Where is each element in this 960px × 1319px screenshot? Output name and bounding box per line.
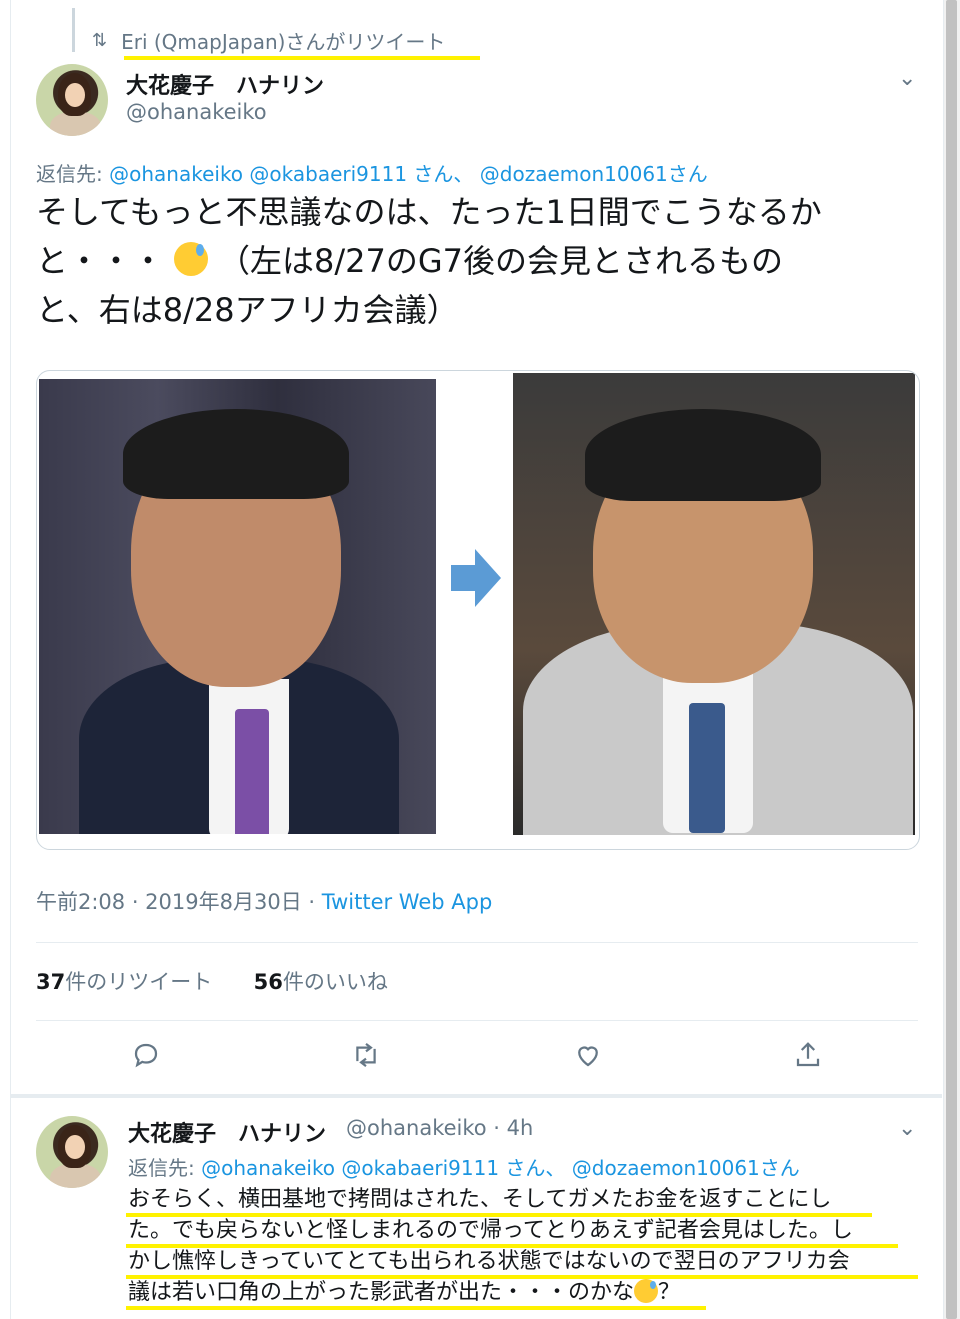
sweat-smile-emoji-icon xyxy=(634,1279,659,1303)
tweet-stats: 37件のリツイート 56件のいいね xyxy=(36,966,388,996)
like-stat[interactable]: 56件のいいね xyxy=(254,970,388,994)
highlight-underline xyxy=(124,56,480,60)
retweet-label: Eri (QmapJapan)さんがリツイート xyxy=(121,30,446,54)
reply-prefix: 返信先: xyxy=(36,162,110,186)
tweet-text: そしてもっと不思議なのは、たった1日間でこうなるか と・・・ （左は8/27のG7… xyxy=(36,188,926,335)
retweet-context[interactable]: ⇅ Eri (QmapJapan)さんがリツイート xyxy=(92,26,445,55)
tweet-separator xyxy=(10,1094,942,1098)
sweat-smile-emoji-icon xyxy=(174,242,209,276)
source-link[interactable]: Twitter Web App xyxy=(322,890,493,914)
reply-avatar[interactable] xyxy=(36,1116,108,1188)
divider xyxy=(36,1020,918,1021)
reply-prefix: 返信先: xyxy=(128,1156,202,1180)
retweet-action-icon[interactable] xyxy=(348,1040,384,1076)
tweet-text-line: と、右は8/28アフリカ会議） xyxy=(36,291,459,329)
reply-icon[interactable] xyxy=(128,1040,164,1076)
highlight-underline xyxy=(126,1213,872,1217)
like-icon[interactable] xyxy=(570,1040,606,1076)
avatar[interactable] xyxy=(36,64,108,136)
author-name[interactable]: 大花慶子 ハナリン xyxy=(126,68,324,100)
highlight-underline xyxy=(126,1306,706,1310)
reply-text-line: おそらく、横田基地で拷問はされた、そしてガメたお金を返すことにし xyxy=(128,1187,832,1212)
reply-mentions[interactable]: @ohanakeiko @okabaeri9111 さん、 @dozaemon1… xyxy=(201,1156,800,1180)
timestamp-text: 午前2:08 · 2019年8月30日 · xyxy=(36,890,322,914)
chevron-down-icon[interactable]: ⌄ xyxy=(898,1116,916,1141)
reply-author-name[interactable]: 大花慶子 ハナリン xyxy=(128,1116,326,1148)
thread-line xyxy=(72,8,75,52)
reply-mentions[interactable]: @ohanakeiko @okabaeri9111 さん、 @dozaemon1… xyxy=(109,162,708,186)
reply-text-line: た。でも戻らないと怪しまれるので帰ってとりあえず記者会見はした。し xyxy=(128,1218,853,1243)
divider xyxy=(36,942,918,943)
media-attachment[interactable] xyxy=(36,370,920,850)
chevron-down-icon[interactable]: ⌄ xyxy=(898,66,916,91)
tweet-text-line: と・・・ （左は8/27のG7後の会見とされるもの xyxy=(36,242,784,280)
retweet-icon: ⇅ xyxy=(92,30,108,51)
reply-author-handle[interactable]: @ohanakeiko · 4h xyxy=(346,1116,533,1140)
retweet-stat[interactable]: 37件のリツイート xyxy=(36,970,212,994)
author-handle[interactable]: @ohanakeiko xyxy=(126,100,267,124)
share-icon[interactable] xyxy=(790,1040,826,1076)
photo-right[interactable] xyxy=(513,373,915,835)
tweet-timestamp: 午前2:08 · 2019年8月30日 · Twitter Web App xyxy=(36,886,492,916)
reply-reply-to: 返信先: @ohanakeiko @okabaeri9111 さん、 @doza… xyxy=(128,1152,800,1181)
photo-left[interactable] xyxy=(39,379,436,834)
highlight-underline xyxy=(126,1275,918,1279)
tweet-text-line: そしてもっと不思議なのは、たった1日間でこうなるか xyxy=(36,193,822,231)
reply-text-line: かし憔悴しきっていてとても出られる状態ではないので翌日のアフリカ会 xyxy=(128,1249,850,1274)
scrollbar-thumb[interactable] xyxy=(946,0,957,1319)
highlight-underline xyxy=(126,1244,898,1248)
reply-text-line: 議は若い口角の上がった影武者が出た・・・のかな？ xyxy=(128,1279,681,1305)
reply-to: 返信先: @ohanakeiko @okabaeri9111 さん、 @doza… xyxy=(36,158,708,187)
